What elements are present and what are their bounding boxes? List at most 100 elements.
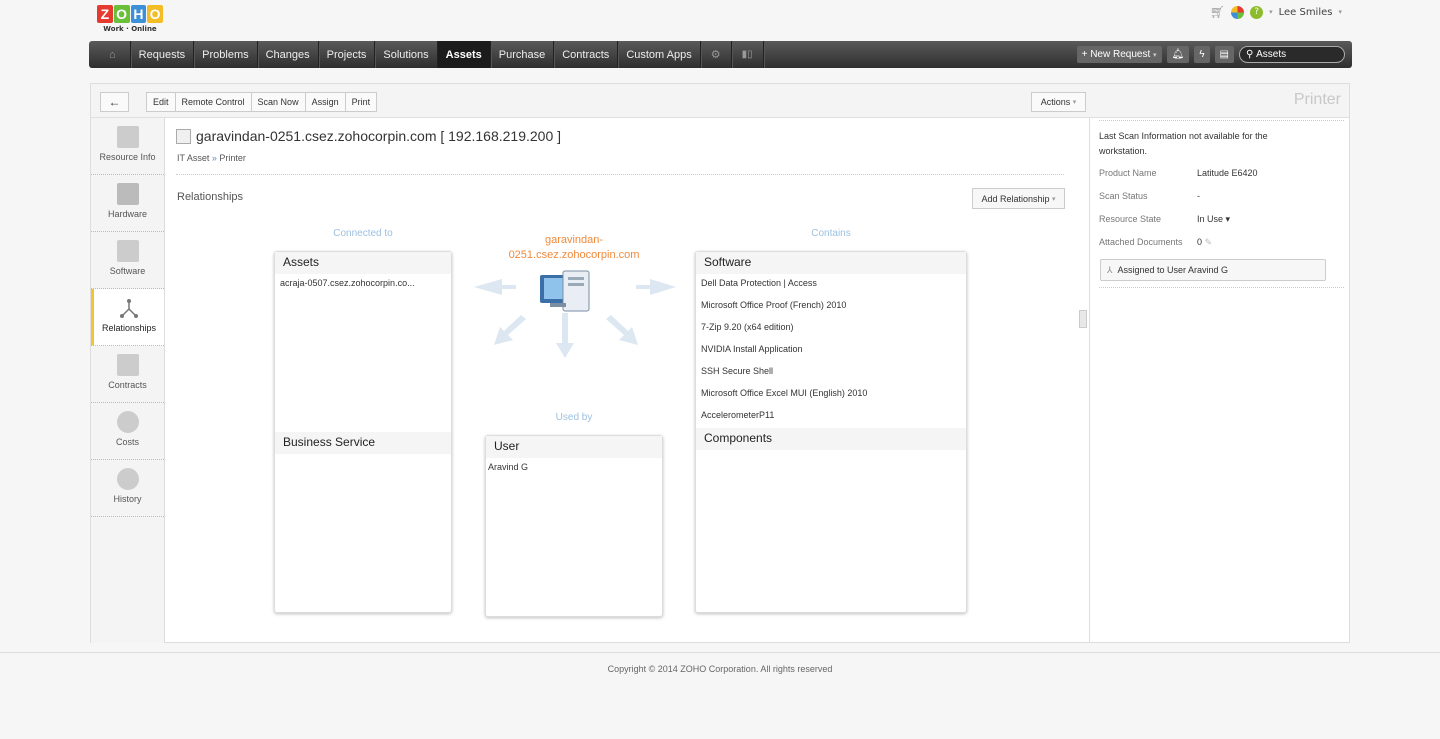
quick-actions-button[interactable]: ϟ <box>1194 46 1210 63</box>
user-box-title: User <box>486 436 662 458</box>
search-icon: ⚲ <box>1246 49 1254 60</box>
tab-software[interactable]: Software <box>91 232 164 289</box>
chevron-down-icon[interactable]: ▾ <box>1269 8 1273 16</box>
field-label: Attached Documents <box>1099 237 1183 247</box>
resource-state-dropdown[interactable]: In Use ▾ <box>1197 214 1230 225</box>
breadcrumb-item: Printer <box>219 153 246 163</box>
connected-to-label: Connected to <box>333 228 393 239</box>
tab-history[interactable]: History <box>91 460 164 517</box>
software-item[interactable]: Microsoft Office Excel MUI (English) 201… <box>696 384 966 406</box>
help-icon[interactable]: ? <box>1250 5 1264 19</box>
assign-button[interactable]: Assign <box>305 92 346 112</box>
nav-reports[interactable]: ▮▯ <box>732 41 764 68</box>
chevron-down-icon: ▾ <box>1052 195 1056 203</box>
gear-icon: ⚙ <box>710 49 721 61</box>
asset-title-text: garavindan-0251.csez.zohocorpin.com [ 19… <box>196 128 562 144</box>
nav-changes[interactable]: Changes <box>258 41 319 68</box>
footer-copyright: Copyright © 2014 ZOHO Corporation. All r… <box>607 664 833 674</box>
tab-label: Resource Info <box>99 152 156 162</box>
software-icon <box>116 240 139 262</box>
contracts-icon <box>116 354 139 376</box>
tab-costs[interactable]: Costs <box>91 403 164 460</box>
new-request-button[interactable]: + New Request ▾ <box>1076 46 1162 63</box>
lightning-icon: ϟ <box>1199 49 1205 60</box>
hardware-icon <box>116 183 139 205</box>
print-button[interactable]: Print <box>345 92 378 112</box>
edit-button[interactable]: Edit <box>146 92 176 112</box>
computer-icon <box>540 270 590 312</box>
logo-letter: O <box>113 5 130 23</box>
breadcrumb-item[interactable]: IT Asset <box>177 153 209 163</box>
business-service-title: Business Service <box>275 432 451 454</box>
tab-label: Software <box>109 266 146 276</box>
divider <box>176 174 1064 175</box>
divider <box>1099 287 1344 288</box>
footer-divider <box>0 652 1440 653</box>
arrow-down-icon <box>556 313 574 358</box>
page-type-title: Printer <box>1293 91 1341 108</box>
nav-contracts[interactable]: Contracts <box>554 41 619 68</box>
components-title: Components <box>696 428 966 450</box>
assets-box: Assets acraja-0507.csez.zohocorpin.co...… <box>274 251 452 613</box>
search-input[interactable]: ⚲ Assets <box>1239 46 1345 63</box>
scratchpad-button[interactable]: ▤ <box>1214 46 1234 63</box>
chevron-down-icon: ▾ <box>1153 51 1157 59</box>
logo-tagline: Work · Online <box>103 25 157 33</box>
relationships-icon <box>118 297 140 319</box>
paperclip-icon[interactable]: ✎ <box>1205 237 1213 247</box>
nav-assets[interactable]: Assets <box>437 41 491 68</box>
contains-label: Contains <box>811 228 851 239</box>
software-item[interactable]: 7-Zip 9.20 (x64 edition) <box>696 318 966 340</box>
tab-resource-info[interactable]: Resource Info <box>91 118 164 175</box>
tab-label: Contracts <box>108 380 147 390</box>
zoho-logo[interactable]: Z O H O Work · Online <box>97 5 163 37</box>
home-icon: ⌂ <box>109 48 116 61</box>
nav-purchase[interactable]: Purchase <box>491 41 555 68</box>
software-item[interactable]: AccelerometerP11 <box>696 406 966 428</box>
add-relationship-button[interactable]: Add Relationship ▾ <box>972 188 1065 209</box>
field-label: Product Name <box>1099 168 1157 178</box>
nav-requests[interactable]: Requests <box>131 41 195 68</box>
collapse-panel-handle[interactable] <box>1079 310 1087 328</box>
relationships-icon: ⅄ <box>1107 264 1113 275</box>
cart-icon[interactable]: 🛒︎ <box>1210 5 1225 19</box>
notifications-button[interactable]: 🔔︎ <box>1166 46 1190 63</box>
scan-now-button[interactable]: Scan Now <box>251 92 306 112</box>
main-nav: ⌂ Requests Problems Changes Projects Sol… <box>89 41 1352 68</box>
actions-dropdown[interactable]: Actions ▾ <box>1031 92 1086 112</box>
tab-relationships[interactable]: Relationships <box>91 289 164 346</box>
asset-item[interactable]: acraja-0507.csez.zohocorpin.co... <box>275 274 451 296</box>
tab-label: Costs <box>115 437 139 447</box>
nav-solutions[interactable]: Solutions <box>375 41 438 68</box>
apps-icon[interactable] <box>1231 5 1245 19</box>
user-name-menu[interactable]: Lee Smiles <box>1279 7 1333 18</box>
bar-chart-icon: ▮▯ <box>741 49 753 60</box>
chevron-down-icon: ▾ <box>1338 8 1342 16</box>
tab-hardware[interactable]: Hardware <box>91 175 164 232</box>
field-label: Resource State <box>1099 214 1162 224</box>
software-item[interactable]: SSH Secure Shell <box>696 362 966 384</box>
box-icon <box>176 128 191 144</box>
nav-custom-apps[interactable]: Custom Apps <box>618 41 701 68</box>
breadcrumb-separator: » <box>211 153 217 163</box>
software-item[interactable]: Dell Data Protection | Access <box>696 274 966 296</box>
bell-icon: 🔔︎ <box>1171 49 1185 60</box>
back-button[interactable]: ← <box>100 92 129 112</box>
costs-icon <box>116 411 139 433</box>
software-item[interactable]: Microsoft Office Proof (French) 2010 <box>696 296 966 318</box>
toolbar: ← Edit Remote Control Scan Now Assign Pr… <box>91 84 1349 118</box>
assigned-user-button[interactable]: ⅄ Assigned to User Aravind G <box>1100 259 1326 281</box>
remote-control-button[interactable]: Remote Control <box>175 92 252 112</box>
nav-home[interactable]: ⌂ <box>89 41 131 68</box>
nav-projects[interactable]: Projects <box>319 41 376 68</box>
left-tabs: Resource Info Hardware Software Relation… <box>91 118 165 643</box>
user-item[interactable]: Aravind G <box>486 458 662 480</box>
tab-label: Hardware <box>107 209 147 219</box>
nav-problems[interactable]: Problems <box>194 41 258 68</box>
nav-admin[interactable]: ⚙ <box>701 41 732 68</box>
tab-contracts[interactable]: Contracts <box>91 346 164 403</box>
add-relationship-label: Add Relationship <box>981 193 1050 204</box>
section-heading: Relationships <box>177 191 244 203</box>
software-item[interactable]: NVIDIA Install Application <box>696 340 966 362</box>
asset-summary-panel: Last Scan Information not available for … <box>1089 118 1350 643</box>
